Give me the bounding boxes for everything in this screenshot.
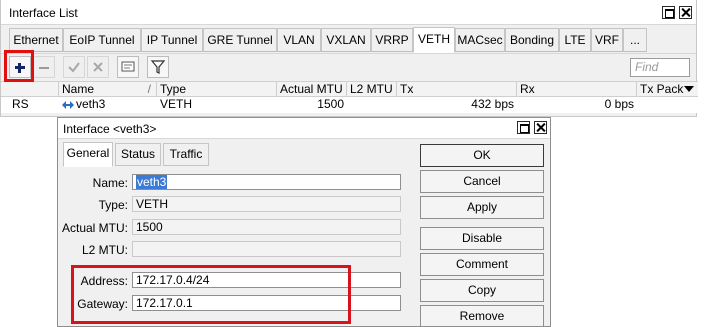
tab-eoip-tunnel[interactable]: EoIP Tunnel — [63, 28, 141, 52]
l2-mtu-field — [132, 241, 401, 257]
find-input[interactable]: Find — [630, 58, 690, 77]
interface-icon — [62, 101, 74, 109]
tab-general[interactable]: General — [63, 142, 113, 167]
disable-button[interactable] — [87, 56, 109, 78]
row-actual-mtu: 1500 — [317, 97, 344, 111]
enable-icon — [68, 62, 80, 73]
add-button-highlight — [4, 50, 34, 82]
row-l2-mtu — [347, 97, 397, 113]
disable-button[interactable]: Disable — [420, 227, 544, 250]
name-field-value: veth3 — [136, 175, 168, 189]
tab-ethernet[interactable]: Ethernet — [9, 28, 63, 52]
actual-mtu-label: Actual MTU: — [61, 221, 128, 235]
col-type[interactable]: Type — [157, 82, 277, 98]
window-title: Interface List — [9, 6, 78, 20]
actual-mtu-field: 1500 — [132, 219, 401, 235]
name-field[interactable]: veth3 — [132, 174, 401, 190]
remove-icon — [39, 67, 49, 69]
row-tx: 432 bps — [471, 97, 514, 111]
dialog-title: Interface <veth3> — [63, 122, 157, 136]
tab-bonding[interactable]: Bonding — [505, 28, 559, 52]
col-flags[interactable] — [1, 82, 59, 98]
tab-ip-tunnel[interactable]: IP Tunnel — [141, 28, 203, 52]
filter-icon — [150, 60, 166, 74]
col-tx-pack-label: Tx Pack — [640, 82, 684, 96]
tab-traffic[interactable]: Traffic — [163, 143, 209, 166]
table-header: Name / Type Actual MTU L2 MTU Tx Rx Tx P… — [1, 81, 698, 98]
interface-list-window: Interface List Ethernet EoIP Tunnel IP T… — [0, 0, 698, 117]
remove-button[interactable] — [33, 56, 55, 78]
tab-vrf[interactable]: VRF — [591, 28, 623, 52]
toolbar: Find — [1, 53, 696, 81]
col-tx-pack[interactable]: Tx Pack — [637, 82, 698, 98]
sort-indicator: / — [147, 82, 151, 96]
tab-vrrp[interactable]: VRRP — [371, 28, 413, 52]
remove-button[interactable]: Remove — [420, 305, 544, 327]
close-button[interactable] — [679, 6, 692, 19]
row-name: veth3 — [59, 97, 157, 113]
dialog-title-bar: Interface <veth3> — [58, 118, 550, 139]
l2-mtu-label: L2 MTU: — [81, 243, 128, 257]
filter-button[interactable] — [147, 56, 169, 78]
row-type: VETH — [160, 97, 193, 111]
disable-icon — [93, 62, 103, 72]
col-rx[interactable]: Rx — [517, 82, 637, 98]
restore-button[interactable] — [662, 6, 675, 19]
table-row[interactable]: RS veth3 VETH 1500 432 bps 0 bps — [1, 97, 698, 113]
enable-button[interactable] — [63, 56, 85, 78]
col-name[interactable]: Name / — [59, 82, 157, 98]
apply-button[interactable]: Apply — [420, 196, 544, 219]
tab-lte[interactable]: LTE — [559, 28, 591, 52]
cancel-button[interactable]: Cancel — [420, 170, 544, 193]
col-l2-mtu[interactable]: L2 MTU — [347, 82, 397, 98]
col-actual-mtu[interactable]: Actual MTU — [277, 82, 347, 98]
dialog-close-button[interactable] — [534, 121, 547, 134]
type-field: VETH — [132, 196, 401, 212]
name-label: Name: — [92, 176, 128, 190]
col-name-label: Name — [62, 82, 95, 96]
comment-icon — [121, 61, 135, 72]
row-flags: RS — [12, 97, 29, 111]
dropdown-arrow-icon[interactable] — [684, 86, 694, 94]
ok-button[interactable]: OK — [420, 144, 544, 167]
copy-button[interactable]: Copy — [420, 279, 544, 302]
tab-more[interactable]: ... — [623, 28, 647, 52]
comment-button[interactable]: Comment — [420, 253, 544, 276]
tab-vlan[interactable]: VLAN — [277, 28, 321, 52]
tab-macsec[interactable]: MACsec — [455, 28, 505, 52]
tab-vxlan[interactable]: VXLAN — [321, 28, 371, 52]
col-tx[interactable]: Tx — [397, 82, 517, 98]
row-name-label: veth3 — [76, 97, 106, 111]
dialog-restore-button[interactable] — [517, 121, 530, 134]
address-gateway-highlight — [71, 265, 351, 324]
type-label: Type: — [98, 198, 128, 212]
title-bar: Interface List — [1, 0, 696, 25]
tab-veth[interactable]: VETH — [413, 27, 455, 53]
row-rx: 0 bps — [604, 97, 634, 111]
comment-button[interactable] — [117, 56, 139, 78]
tab-gre-tunnel[interactable]: GRE Tunnel — [203, 28, 277, 52]
tab-status[interactable]: Status — [115, 143, 161, 166]
row-tx-pack — [637, 97, 698, 113]
